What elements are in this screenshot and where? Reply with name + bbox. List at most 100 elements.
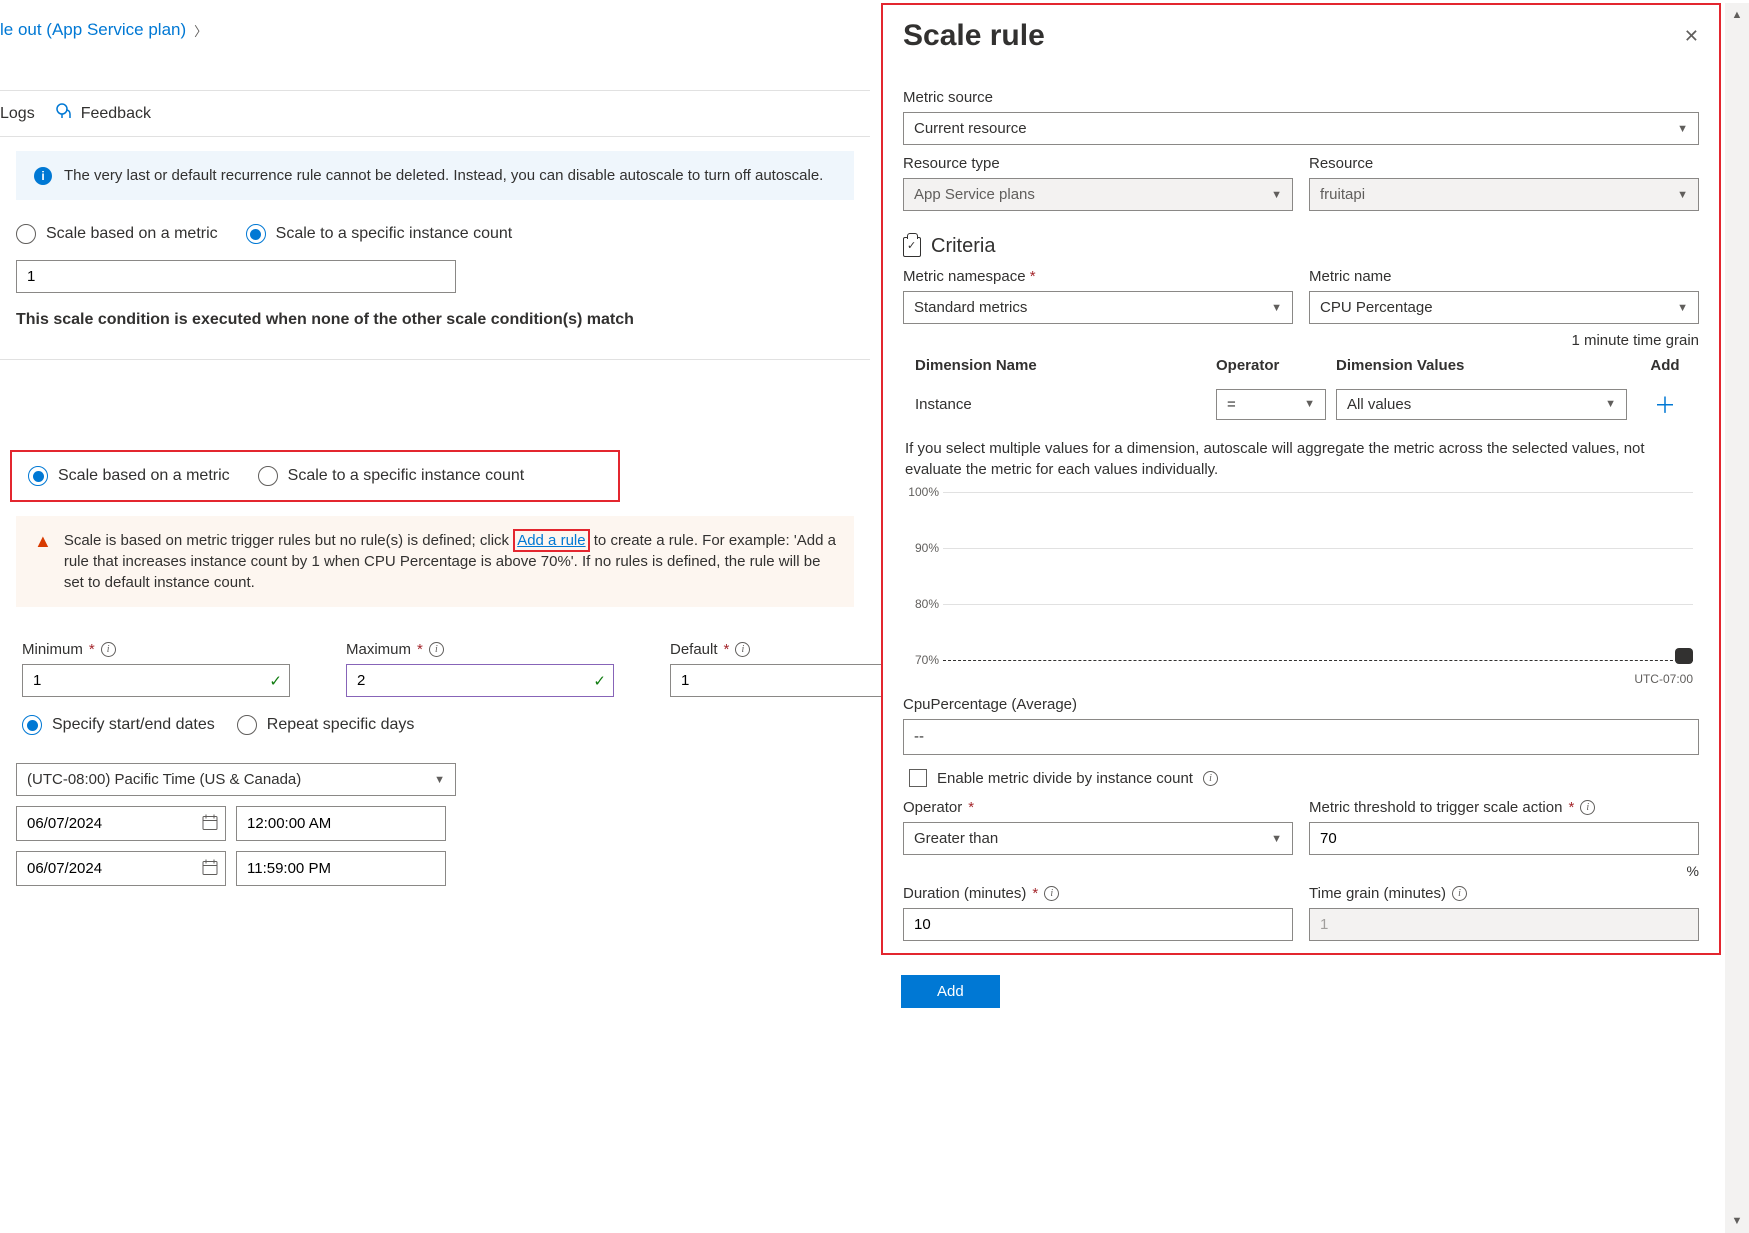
metric-name-label: Metric name — [1309, 268, 1699, 285]
scrollbar-rail[interactable]: ▲ ▼ — [1725, 3, 1749, 1233]
chevron-down-icon: ▼ — [434, 774, 445, 786]
metric-source-select[interactable]: Current resource ▼ — [903, 112, 1699, 145]
required-asterisk: * — [89, 641, 95, 658]
minimum-input[interactable] — [22, 664, 290, 697]
required-asterisk: * — [1030, 268, 1036, 285]
dimension-values-select[interactable]: All values ▼ — [1336, 389, 1627, 420]
breadcrumb[interactable]: le out (App Service plan) 〉 — [0, 0, 870, 50]
maximum-block: Maximum * i ✓ — [346, 641, 614, 697]
info-icon[interactable]: i — [735, 642, 750, 657]
dimension-row: Instance = ▼ All values ▼ ＋ — [903, 382, 1699, 426]
operator-value: Greater than — [914, 830, 998, 847]
close-icon[interactable]: ✕ — [1680, 22, 1703, 51]
check-icon: ✓ — [593, 672, 606, 690]
scroll-up-icon[interactable]: ▲ — [1725, 3, 1749, 27]
repeat-days-radio[interactable]: Repeat specific days — [237, 715, 415, 735]
add-a-rule-link[interactable]: Add a rule — [513, 529, 589, 552]
percent-unit: % — [1309, 863, 1699, 879]
info-icon[interactable]: i — [101, 642, 116, 657]
ytick: 70% — [905, 653, 939, 667]
schedule-radio-row: Specify start/end dates Repeat specific … — [0, 703, 870, 739]
end-time-input[interactable] — [236, 851, 446, 886]
metric-namespace-select[interactable]: Standard metrics ▼ — [903, 291, 1293, 324]
chevron-down-icon: ▼ — [1271, 302, 1282, 314]
radio-label: Scale based on a metric — [46, 225, 218, 243]
divider — [0, 136, 870, 137]
dimension-add-button[interactable]: ＋ — [1637, 388, 1693, 420]
ytick: 90% — [905, 541, 939, 555]
radio-icon — [28, 466, 48, 486]
timezone-select[interactable]: (UTC-08:00) Pacific Time (US & Canada) ▼ — [16, 763, 456, 796]
scale-metric-radio-2[interactable]: Scale based on a metric — [28, 466, 230, 486]
dimension-name: Instance — [915, 396, 1206, 413]
start-end-dates-radio[interactable]: Specify start/end dates — [22, 715, 215, 735]
scroll-down-icon[interactable]: ▼ — [1725, 1209, 1749, 1233]
feedback-label: Feedback — [81, 105, 151, 123]
add-button[interactable]: Add — [901, 975, 1000, 1008]
start-time-input[interactable] — [236, 806, 446, 841]
timezone-value: (UTC-08:00) Pacific Time (US & Canada) — [27, 771, 301, 788]
radio-icon — [258, 466, 278, 486]
logs-button[interactable]: Logs — [0, 105, 35, 123]
required-asterisk: * — [1032, 885, 1038, 902]
radio-icon — [16, 224, 36, 244]
time-grain-note: 1 minute time grain — [903, 332, 1699, 349]
panel-header: Scale rule ✕ — [883, 5, 1719, 53]
threshold-label: Metric threshold to trigger scale action… — [1309, 799, 1699, 816]
warning-text: Scale is based on metric trigger rules b… — [64, 530, 836, 593]
radio-icon — [237, 715, 257, 735]
metric-row: Metric namespace * Standard metrics ▼ Me… — [903, 264, 1699, 324]
chevron-right-icon: 〉 — [194, 21, 207, 40]
scale-metric-radio-1[interactable]: Scale based on a metric — [16, 224, 218, 244]
feedback-button[interactable]: Feedback — [55, 101, 151, 126]
info-icon[interactable]: i — [429, 642, 444, 657]
divide-checkbox[interactable] — [909, 769, 927, 787]
dimension-operator-select[interactable]: = ▼ — [1216, 389, 1326, 420]
criteria-heading: Criteria — [903, 235, 1699, 258]
info-text: The very last or default recurrence rule… — [64, 165, 823, 186]
required-asterisk: * — [968, 799, 974, 816]
metric-name-select[interactable]: CPU Percentage ▼ — [1309, 291, 1699, 324]
metric-name-value: CPU Percentage — [1320, 299, 1433, 316]
scale-count-radio-2[interactable]: Scale to a specific instance count — [258, 466, 525, 486]
warning-icon: ▲ — [34, 531, 52, 552]
timezone-select-wrap: (UTC-08:00) Pacific Time (US & Canada) ▼ — [16, 763, 456, 796]
info-icon[interactable]: i — [1203, 771, 1218, 786]
end-date-input[interactable] — [16, 851, 226, 886]
chevron-down-icon: ▼ — [1271, 833, 1282, 845]
warn-pre: Scale is based on metric trigger rules b… — [64, 532, 513, 549]
start-date-input[interactable] — [16, 806, 226, 841]
radio-label: Scale based on a metric — [58, 467, 230, 485]
duration-input[interactable] — [903, 908, 1293, 941]
maximum-input[interactable] — [346, 664, 614, 697]
start-date-row — [16, 806, 854, 841]
chevron-down-icon: ▼ — [1271, 189, 1282, 201]
metric-source-value: Current resource — [914, 120, 1027, 137]
operator-label: Operator * — [903, 799, 1293, 816]
time-grain-input — [1309, 908, 1699, 941]
calendar-icon[interactable] — [202, 814, 218, 833]
duration-label: Duration (minutes) * i — [903, 885, 1293, 902]
info-banner: i The very last or default recurrence ru… — [16, 151, 854, 200]
info-icon[interactable]: i — [1580, 800, 1595, 815]
instance-limits-row: Minimum * i ✓ Maximum * i ✓ Default * i … — [0, 619, 870, 703]
breadcrumb-text[interactable]: le out (App Service plan) — [0, 20, 186, 40]
scale-count-radio-1[interactable]: Scale to a specific instance count — [246, 224, 513, 244]
minimum-block: Minimum * i ✓ — [22, 641, 290, 697]
metric-chart: 100% 90% 80% 70% UTC-07:00 — [903, 492, 1699, 692]
chevron-down-icon: ▼ — [1677, 123, 1688, 135]
dimension-header-row: Dimension Name Operator Dimension Values… — [903, 349, 1699, 382]
threshold-input[interactable] — [1309, 822, 1699, 855]
dim-head-vals: Dimension Values — [1336, 357, 1627, 374]
metric-readout-label: CpuPercentage (Average) — [903, 696, 1699, 713]
main-pane: le out (App Service plan) 〉 Logs Feedbac… — [0, 0, 870, 896]
chart-threshold-handle[interactable] — [1675, 648, 1693, 664]
info-icon[interactable]: i — [1044, 886, 1059, 901]
default-mode-radio-row: Scale based on a metric Scale to a speci… — [0, 214, 870, 254]
info-icon[interactable]: i — [1452, 886, 1467, 901]
instance-count-input[interactable] — [16, 260, 456, 293]
radio-icon — [246, 224, 266, 244]
criteria-icon — [903, 237, 921, 257]
operator-select[interactable]: Greater than ▼ — [903, 822, 1293, 855]
calendar-icon[interactable] — [202, 859, 218, 878]
